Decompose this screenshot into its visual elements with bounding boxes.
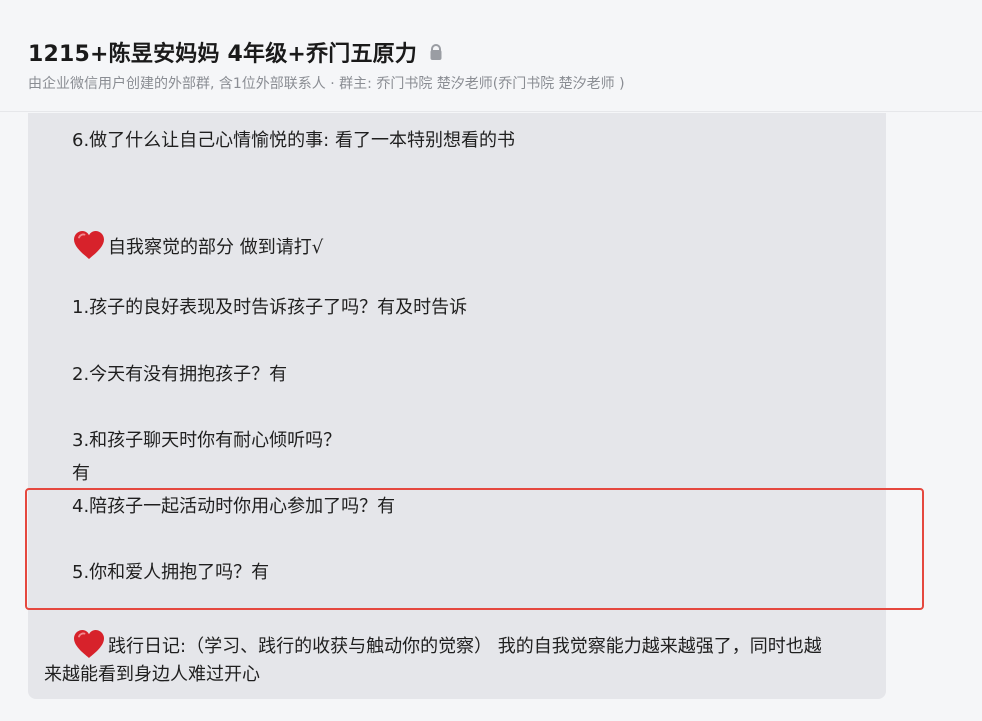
heart-icon	[74, 630, 104, 658]
message-line: 3.和孩子聊天时你有耐心倾听吗？	[72, 430, 342, 451]
message-line-journal: 践行日记:（学习、践行的收获与触动你的觉察） 我的自我觉察能力越来越强了，同时也…	[72, 628, 822, 660]
group-subtitle: 由企业微信用户创建的外部群, 含1位外部联系人 · 群主: 乔门书院 楚汐老师(…	[28, 76, 625, 92]
message-line: 4.陪孩子一起活动时你用心参加了吗？有	[72, 496, 396, 517]
group-title[interactable]: 1215+陈昱安妈妈 4年级+乔门五原力	[28, 36, 417, 68]
heart-icon	[74, 231, 104, 259]
lock-icon	[430, 44, 442, 60]
chat-header: 1215+陈昱安妈妈 4年级+乔门五原力 由企业微信用户创建的外部群, 含1位外…	[0, 0, 982, 112]
message-line-heading: 自我察觉的部分 做到请打√	[72, 229, 323, 261]
chat-area[interactable]: 6.做了什么让自己心情愉悦的事: 看了一本特别想看的书 自我察觉的部分 做到请打…	[0, 113, 982, 721]
message-line: 1.孩子的良好表现及时告诉孩子了吗？有及时告诉	[72, 297, 468, 318]
bottom-strip	[0, 714, 982, 721]
title-row: 1215+陈昱安妈妈 4年级+乔门五原力	[28, 36, 443, 68]
message-line: 来越能看到身边人难过开心	[44, 664, 260, 685]
message-line: 6.做了什么让自己心情愉悦的事: 看了一本特别想看的书	[72, 130, 515, 151]
journal-text: 践行日记:（学习、践行的收获与触动你的觉察） 我的自我觉察能力越来越强了，同时也…	[108, 636, 822, 657]
message-line: 有	[72, 463, 90, 484]
message-line: 5.你和爱人拥抱了吗？有	[72, 562, 270, 583]
message-bubble[interactable]: 6.做了什么让自己心情愉悦的事: 看了一本特别想看的书 自我察觉的部分 做到请打…	[28, 113, 886, 699]
message-line: 2.今天有没有拥抱孩子？有	[72, 364, 288, 385]
heading-text: 自我察觉的部分 做到请打√	[108, 237, 324, 258]
